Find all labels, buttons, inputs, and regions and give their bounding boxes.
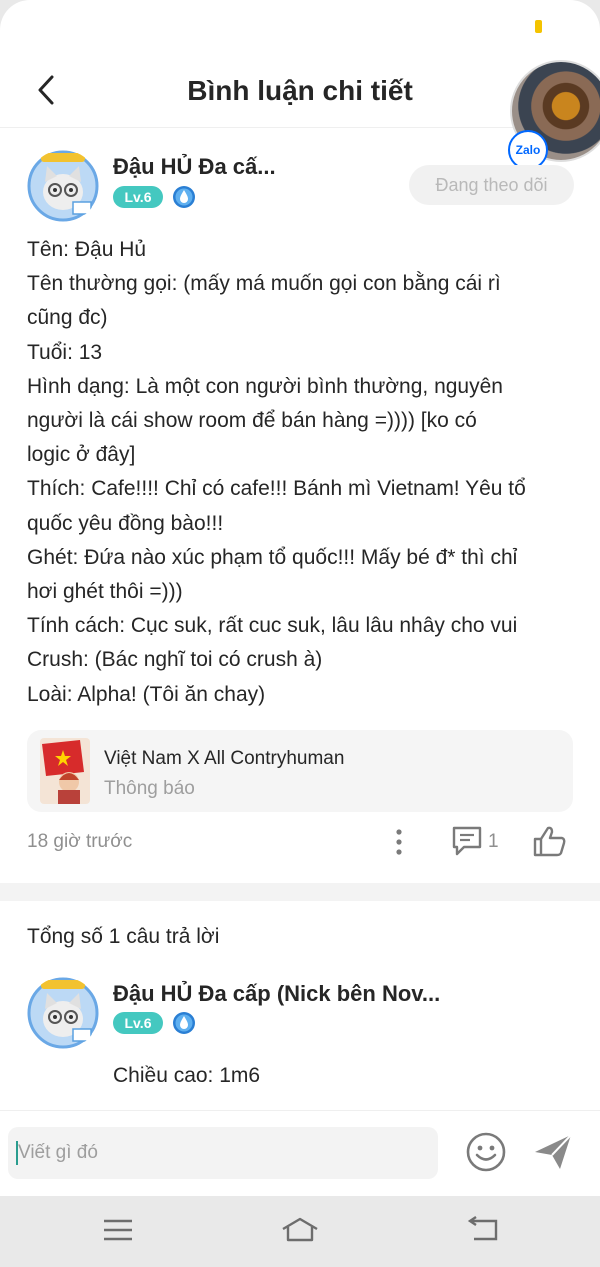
topic-card[interactable]: Việt Nam X All Contryhuman Thông báo — [27, 730, 573, 812]
status-indicator — [535, 20, 542, 33]
reply-author-avatar[interactable] — [27, 977, 99, 1049]
level-badge: Lv.6 — [113, 186, 163, 208]
send-button[interactable] — [532, 1132, 574, 1172]
comment-button[interactable] — [450, 825, 484, 857]
post-line: Tên: Đậu Hủ — [27, 238, 147, 261]
more-vertical-icon — [396, 829, 402, 855]
post-line: Tên thường gọi: (mấy má muốn gọi con bằn… — [27, 272, 501, 296]
replies-total-label: Tổng số 1 câu trả lời — [27, 925, 220, 948]
nav-back-button[interactable] — [466, 1215, 502, 1245]
post-line: hơi ghét thôi =))) — [27, 580, 183, 604]
zalo-logo-icon: Zalo — [508, 130, 548, 170]
author-avatar[interactable] — [27, 150, 99, 222]
post-line: Crush: (Bác nghĩ toi có crush à) — [27, 648, 323, 672]
post-line: Ghét: Đứa nào xúc phạm tổ quốc!!! Mấy bé… — [27, 545, 518, 569]
reply-content: Chiều cao: 1m6 — [113, 1064, 261, 1087]
app-screen: Bình luận chi tiết Zalo Đậu HỦ Đa cấ... … — [0, 0, 600, 1196]
reply-author-name[interactable]: Đậu HỦ Đa cấp (Nick bên Nov... — [113, 981, 440, 1007]
post-content: Tên: Đậu Hủ Tên thường gọi: (mấy má muốn… — [27, 233, 587, 712]
rank-droplet-icon — [172, 1011, 196, 1035]
home-icon — [282, 1217, 318, 1242]
rank-droplet-icon — [172, 185, 196, 209]
zalo-chat-bubble[interactable]: Zalo — [508, 60, 600, 170]
cat-avatar-icon — [27, 150, 99, 222]
nav-menu-button[interactable] — [100, 1215, 136, 1245]
post-line: logic ở đây] — [27, 443, 136, 467]
comment-icon — [452, 826, 482, 856]
post-line: Thích: Cafe!!!! Chỉ có cafe!!! Bánh mì V… — [27, 477, 526, 501]
more-options-button[interactable] — [386, 826, 412, 858]
post-line: quốc yêu đồng bào!!! — [27, 511, 224, 535]
post-line: người là cái show room để bán hàng =))))… — [27, 409, 477, 433]
emoji-button[interactable] — [465, 1131, 507, 1173]
topic-subtitle: Thông báo — [104, 778, 195, 799]
post-line: cũng đc) — [27, 306, 108, 330]
reply-level-badge: Lv.6 — [113, 1012, 163, 1034]
post-line: Tính cách: Cục suk, rất cuc suk, lâu lâu… — [27, 614, 518, 638]
post-line: Hình dạng: Là một con người bình thường,… — [27, 374, 503, 398]
like-button[interactable] — [532, 824, 568, 858]
send-icon — [535, 1134, 572, 1169]
smiley-icon — [466, 1132, 506, 1172]
nav-home-button[interactable] — [280, 1215, 320, 1245]
topic-name: Việt Nam X All Contryhuman — [104, 748, 345, 769]
system-nav-bar — [0, 1196, 600, 1267]
back-arrow-icon — [467, 1216, 498, 1241]
post-line: Tuổi: 13 — [27, 340, 103, 364]
comment-count: 1 — [488, 831, 499, 852]
section-divider — [0, 883, 600, 901]
post-timestamp: 18 giờ trước — [27, 831, 133, 852]
menu-icon — [104, 1219, 132, 1241]
cat-avatar-icon — [27, 977, 99, 1049]
comment-input[interactable] — [8, 1127, 438, 1179]
post-line: Loài: Alpha! (Tôi ăn chay) — [27, 682, 266, 706]
thumbs-up-icon — [533, 826, 566, 857]
text-caret — [16, 1141, 18, 1165]
following-button[interactable]: Đang theo dõi — [409, 165, 574, 205]
comment-input-bar — [0, 1110, 600, 1196]
author-name[interactable]: Đậu HỦ Đa cấ... — [113, 154, 276, 180]
topic-thumbnail — [40, 738, 90, 804]
